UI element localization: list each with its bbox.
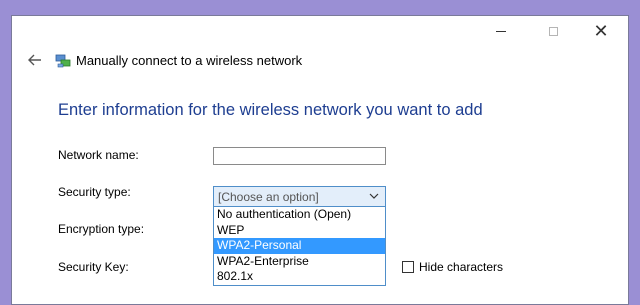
security-key-label: Security Key: <box>58 260 129 274</box>
option-wpa2-personal[interactable]: WPA2-Personal <box>214 238 385 254</box>
network-name-label: Network name: <box>58 148 139 162</box>
minimize-button[interactable] <box>478 16 524 46</box>
hide-characters-label: Hide characters <box>419 260 504 274</box>
hide-characters-checkbox[interactable] <box>402 261 414 273</box>
minimize-icon <box>496 30 506 32</box>
back-button[interactable] <box>26 52 44 68</box>
security-type-dropdown: No authentication (Open) WEP WPA2-Person… <box>213 207 386 286</box>
close-icon: ✕ <box>593 21 609 41</box>
option-wep[interactable]: WEP <box>214 223 385 239</box>
page-heading: Enter information for the wireless netwo… <box>58 101 483 119</box>
maximize-button[interactable] <box>530 16 576 46</box>
option-wpa2-enterprise[interactable]: WPA2-Enterprise <box>214 254 385 270</box>
dialog-window: ✕ Manually connect to a wireless network… <box>11 15 629 305</box>
option-open[interactable]: No authentication (Open) <box>214 207 385 223</box>
window-title: Manually connect to a wireless network <box>76 53 303 68</box>
security-type-select[interactable]: [Choose an option] <box>213 186 386 207</box>
maximize-icon <box>548 26 558 36</box>
back-arrow-icon <box>28 54 41 66</box>
chevron-down-icon <box>369 193 379 199</box>
security-type-value: [Choose an option] <box>218 189 319 204</box>
close-button[interactable]: ✕ <box>578 16 624 46</box>
option-802-1x[interactable]: 802.1x <box>214 269 385 285</box>
wireless-network-icon <box>55 54 71 68</box>
security-type-label: Security type: <box>58 185 131 199</box>
network-name-input[interactable] <box>213 147 386 165</box>
encryption-type-label: Encryption type: <box>58 222 145 236</box>
